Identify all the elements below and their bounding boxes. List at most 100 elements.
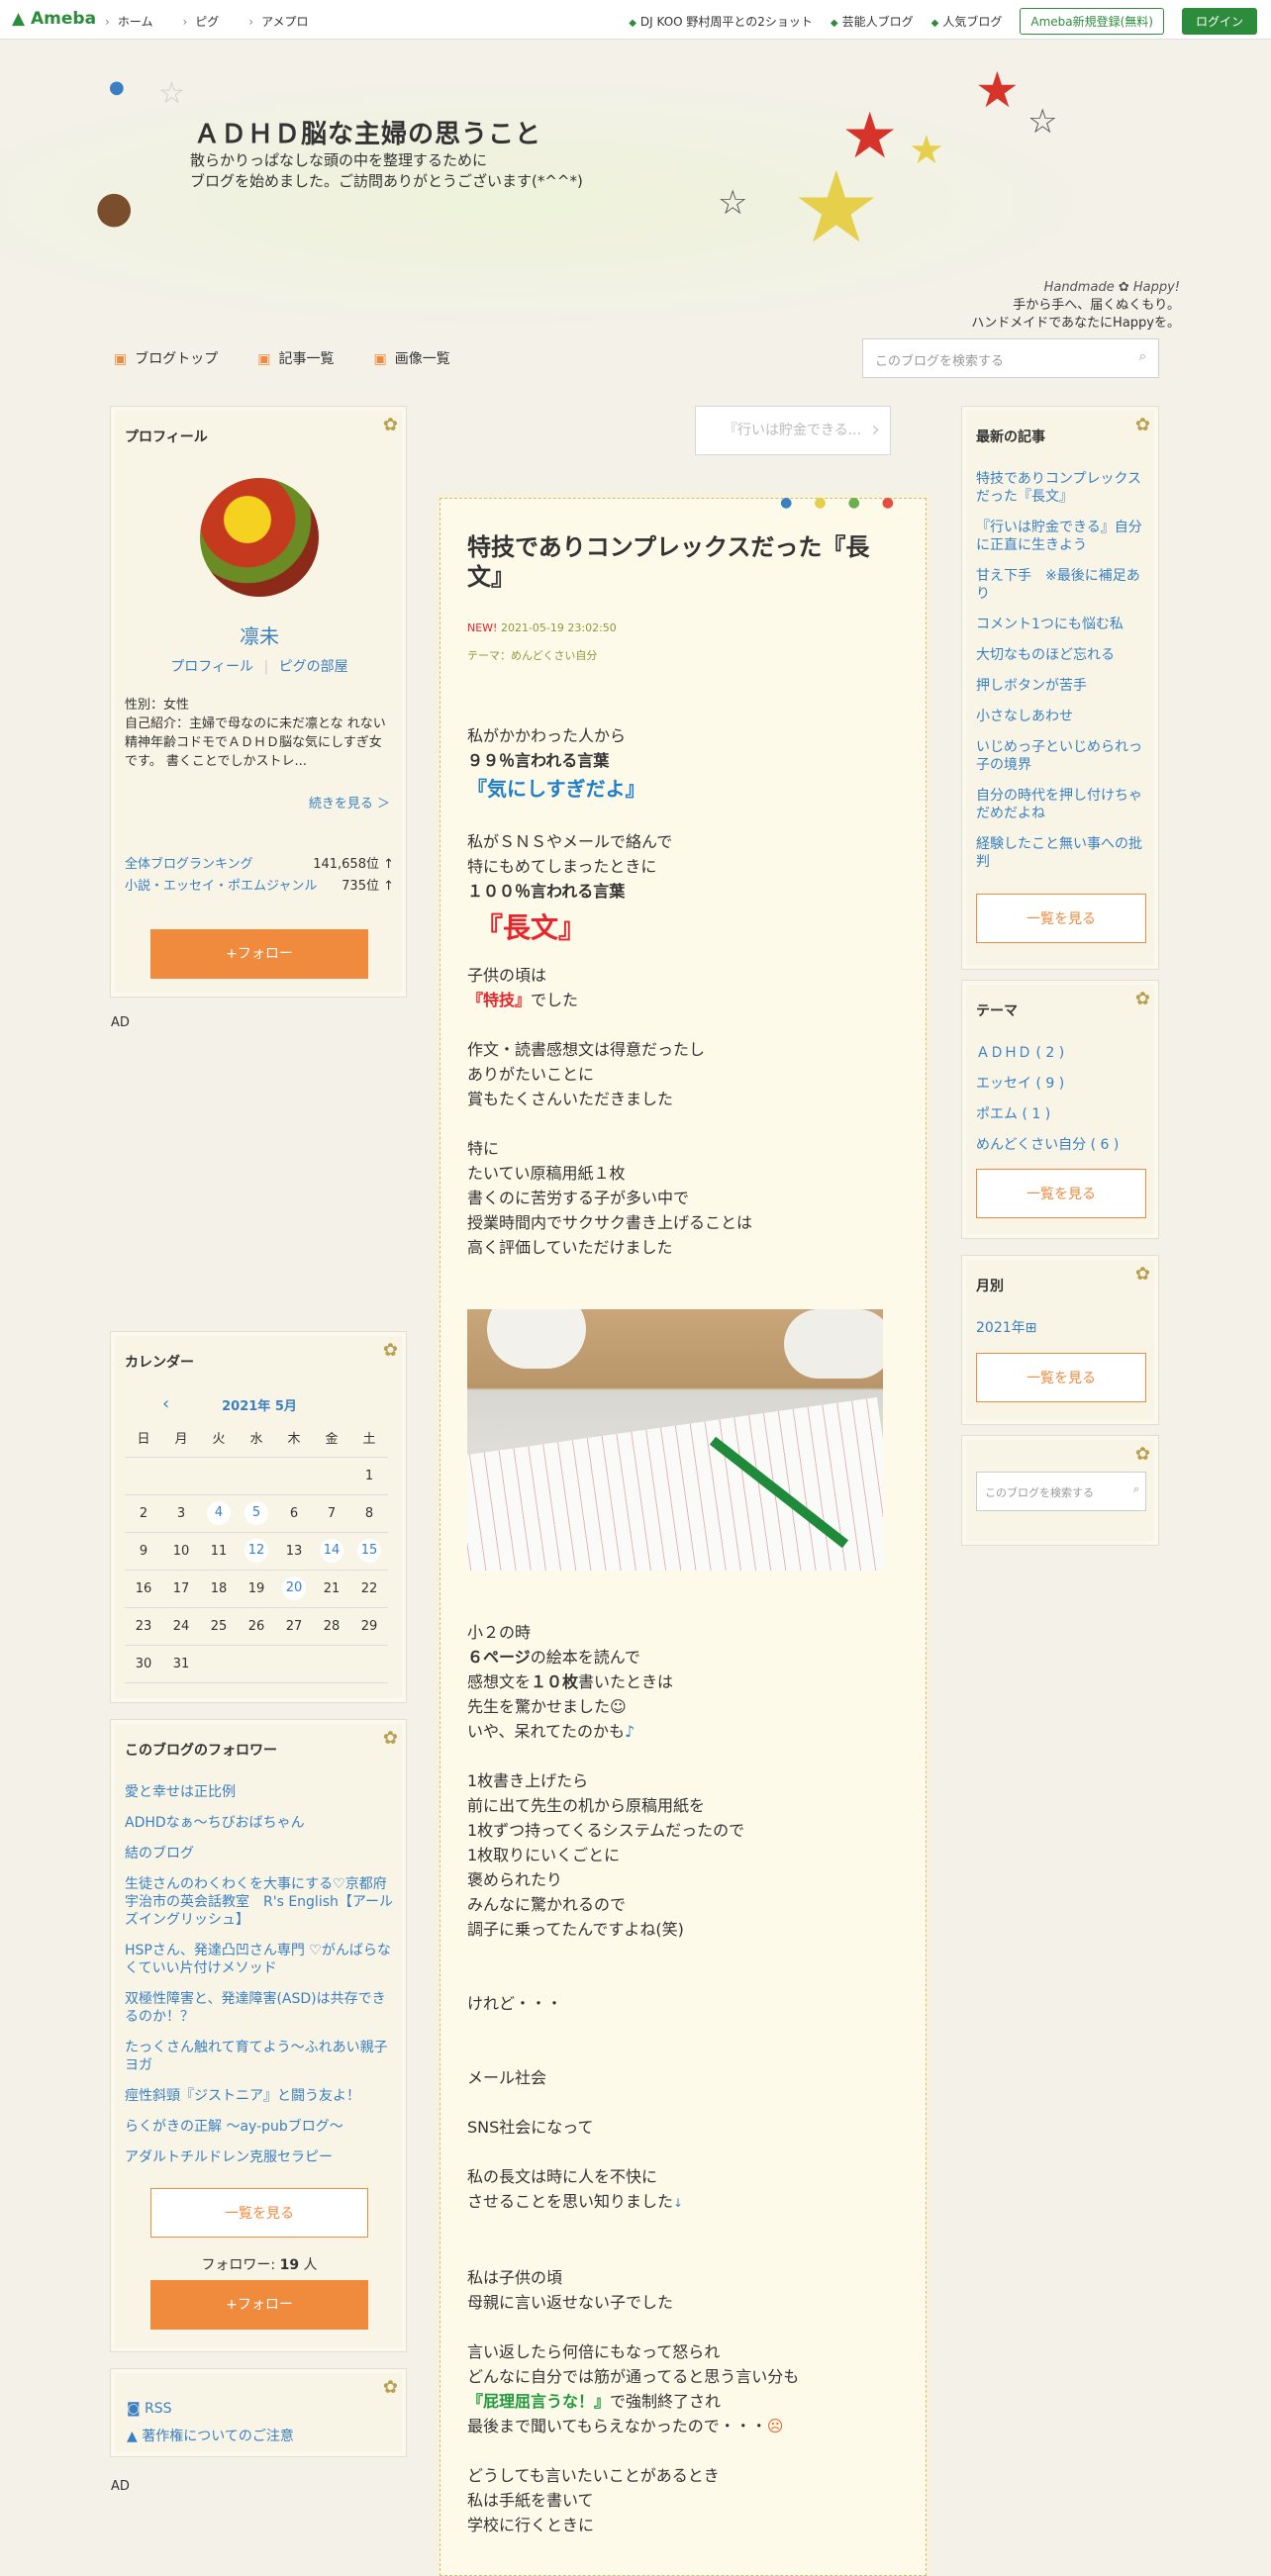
- calendar-day: 22: [350, 1570, 388, 1608]
- search-icon[interactable]: ⌕: [1133, 1482, 1139, 1496]
- rss-link[interactable]: RSS: [145, 2401, 172, 2417]
- follower-item[interactable]: アダルトチルドレン克服セラピー: [125, 2148, 394, 2166]
- pigg-room-link[interactable]: ピグの部屋: [279, 659, 348, 675]
- copyright-link[interactable]: 著作権についてのご注意: [142, 2429, 294, 2444]
- follower-item[interactable]: たっくさん触れて育てよう～ふれあい親子ヨガ: [125, 2039, 394, 2074]
- theme-item[interactable]: ＡＤＨＤ ( 2 ): [976, 1044, 1150, 1062]
- follower-item[interactable]: ADHDなぁ～ちびおばちゃん: [125, 1814, 394, 1832]
- theme-item[interactable]: エッセイ ( 9 ): [976, 1075, 1150, 1093]
- profile-link[interactable]: プロフィール: [170, 659, 253, 675]
- calendar-day: [350, 1645, 388, 1683]
- calendar-day-link[interactable]: 15: [357, 1539, 381, 1563]
- search-icon[interactable]: ⌕: [1139, 349, 1146, 364]
- ameba-logo-text: Ameba: [31, 9, 97, 29]
- profile-more-link[interactable]: 続きを見る ＞: [309, 793, 390, 811]
- rank-genre-link[interactable]: 小説・エッセイ・ポエムジャンル: [125, 876, 317, 898]
- nav-amepro[interactable]: アメプロ: [248, 13, 308, 30]
- profile-intro: 自己紹介：主婦で母なのに未だ凛とな れない 精神年齢コドモでＡＤＨＤ脳な気にしす…: [125, 716, 386, 769]
- calendar-day[interactable]: 15: [350, 1532, 388, 1571]
- follower-item[interactable]: 痙性斜頸『ジストニア』と闘う友よ！: [125, 2087, 394, 2105]
- calendar-day[interactable]: 12: [238, 1532, 275, 1571]
- latest-article-item[interactable]: 自分の時代を押し付けちゃだめだよね: [976, 787, 1150, 822]
- latest-article-item[interactable]: 『行いは貯金できる』自分に正直に生きよう: [976, 519, 1150, 554]
- pin-icon: ✿: [382, 1728, 398, 1749]
- latest-article-item[interactable]: 小さなしあわせ: [976, 708, 1150, 725]
- text-line: 最後まで聞いてもらえなかったので・・・☹: [467, 2414, 893, 2438]
- calendar-day: 29: [350, 1607, 388, 1646]
- calendar-day-link[interactable]: 20: [282, 1576, 306, 1600]
- article-title[interactable]: 特技でありコンプレックスだった『長文』: [467, 532, 893, 592]
- rank-row-genre: 小説・エッセイ・ポエムジャンル 735位 ↑: [125, 876, 394, 898]
- latest-article-item[interactable]: 甘え下手 ※最後に補足あり: [976, 567, 1150, 603]
- nav-home[interactable]: ホーム: [105, 13, 153, 30]
- sad-emoji-icon: ☹: [766, 2417, 784, 2435]
- nav-image-list[interactable]: 画像一覧: [373, 348, 450, 368]
- follow-button[interactable]: +フォロー: [150, 929, 368, 979]
- monthly-more-button[interactable]: 一覧を見る: [976, 1353, 1146, 1402]
- follower-item[interactable]: HSPさん、発達凸凹さん専門 ♡がんばらなくていい片付けメソッド: [125, 1942, 394, 1977]
- text-fragment: 先生を驚かせました: [467, 1697, 611, 1716]
- article-theme[interactable]: テーマ：めんどくさい自分: [467, 643, 893, 668]
- calendar-day[interactable]: 4: [200, 1494, 238, 1533]
- calendar-day[interactable]: 5: [238, 1494, 275, 1533]
- followers-more-button[interactable]: 一覧を見る: [150, 2188, 368, 2238]
- pin-icon: ✿: [1134, 989, 1150, 1009]
- calendar-day: [313, 1457, 350, 1495]
- calendar-day-link[interactable]: 4: [207, 1501, 231, 1525]
- calendar-day: [313, 1645, 350, 1683]
- register-button[interactable]: Ameba新規登録(無料): [1020, 8, 1164, 35]
- latest-article-item[interactable]: 押しボタンが苦手: [976, 677, 1150, 695]
- theme-item[interactable]: めんどくさい自分 ( 6 ): [976, 1136, 1150, 1154]
- avatar[interactable]: [200, 478, 319, 597]
- profile-info: 性別：女性 自己紹介：主婦で母なのに未だ凛とな れない 精神年齢コドモでＡＤＨＤ…: [125, 696, 394, 771]
- calendar-day: 11: [200, 1532, 238, 1571]
- rank-genre-value: 735位 ↑: [342, 879, 394, 894]
- latest-more-button[interactable]: 一覧を見る: [976, 894, 1146, 943]
- follower-item[interactable]: らくがきの正解 〜ay-pubブログ〜: [125, 2118, 394, 2136]
- text-line: 調子に乗ってたんですよね(笑): [467, 1920, 684, 1939]
- next-article-button[interactable]: 『行いは貯金できる... ›: [695, 406, 891, 455]
- theme-item[interactable]: ポエム ( 1 ): [976, 1105, 1150, 1123]
- login-button[interactable]: ログイン: [1181, 8, 1257, 35]
- ameba-logo[interactable]: ▲ Ameba: [12, 9, 96, 29]
- calendar-day-number: 23: [135, 1618, 152, 1634]
- topbar-link-djkoo[interactable]: DJ KOO 野村周平との2ショット: [629, 13, 813, 30]
- nav-pigg[interactable]: ピグ: [182, 13, 219, 30]
- follower-item[interactable]: 愛と幸せは正比例: [125, 1783, 394, 1801]
- nav-blog-top[interactable]: ブログトップ: [114, 348, 218, 368]
- calendar-day[interactable]: 20: [275, 1570, 313, 1608]
- text-line: 作文・読書感想文は得意だったし: [467, 1040, 706, 1059]
- follower-item[interactable]: 双極性障害と、発達障害(ASD)は共存できるのか！？: [125, 1990, 394, 2026]
- calendar-day-link[interactable]: 12: [244, 1539, 268, 1563]
- topbar-link-popular[interactable]: 人気ブログ: [931, 13, 1002, 30]
- side-search-input[interactable]: このブログを検索する ⌕: [976, 1472, 1146, 1511]
- text-fragment: で強制終了され: [610, 2392, 722, 2411]
- blog-search-input[interactable]: このブログを検索する ⌕: [862, 338, 1159, 378]
- monthly-heading: 月別: [976, 1279, 1004, 1294]
- nav-article-list[interactable]: 記事一覧: [257, 348, 334, 368]
- followers-panel: ✿ このブログのフォロワー 愛と幸せは正比例 ADHDなぁ～ちびおばちゃん 結のブロ…: [110, 1719, 407, 2352]
- follow-button-2[interactable]: +フォロー: [150, 2280, 368, 2330]
- latest-article-item[interactable]: 特技でありコンプレックスだった『長文』: [976, 470, 1150, 506]
- month-2021[interactable]: 2021年⊞: [976, 1319, 1036, 1337]
- rank-overall-link[interactable]: 全体ブログランキング: [125, 854, 253, 876]
- calendar-day-link[interactable]: 5: [244, 1501, 268, 1525]
- latest-article-item[interactable]: 経験したこと無い事への批判: [976, 835, 1150, 871]
- rank-row-overall: 全体ブログランキング 141,658位 ↑: [125, 854, 394, 876]
- themes-more-button[interactable]: 一覧を見る: [976, 1169, 1146, 1218]
- calendar-day-link[interactable]: 14: [320, 1539, 343, 1563]
- tagline-3: ハンドメイドであなたにHappyを。: [971, 316, 1180, 331]
- article-image-manuscript[interactable]: [467, 1309, 883, 1571]
- calendar-day[interactable]: 14: [313, 1532, 350, 1571]
- blog-title[interactable]: ＡＤＨＤ脳な主婦の思うこと: [194, 114, 541, 150]
- profile-name[interactable]: 凛未: [111, 620, 408, 649]
- latest-article-item[interactable]: コメント1つにも悩む私: [976, 616, 1150, 633]
- follower-item[interactable]: 結のブログ: [125, 1845, 394, 1862]
- latest-article-item[interactable]: 大切なものほど忘れる: [976, 646, 1150, 664]
- quote-kinishisugi: 『気にしすぎだよ』: [467, 777, 645, 801]
- latest-article-item[interactable]: いじめっ子といじめられっ子の境界: [976, 738, 1150, 774]
- text-line: 『特技』でした: [467, 988, 893, 1012]
- topbar-link-celebrity[interactable]: 芸能人ブログ: [831, 13, 914, 30]
- follower-item[interactable]: 生徒さんのわくわくを大事にする♡京都府宇治市の英会話教室 R's English…: [125, 1875, 394, 1929]
- calendar-day-number: 28: [323, 1618, 341, 1634]
